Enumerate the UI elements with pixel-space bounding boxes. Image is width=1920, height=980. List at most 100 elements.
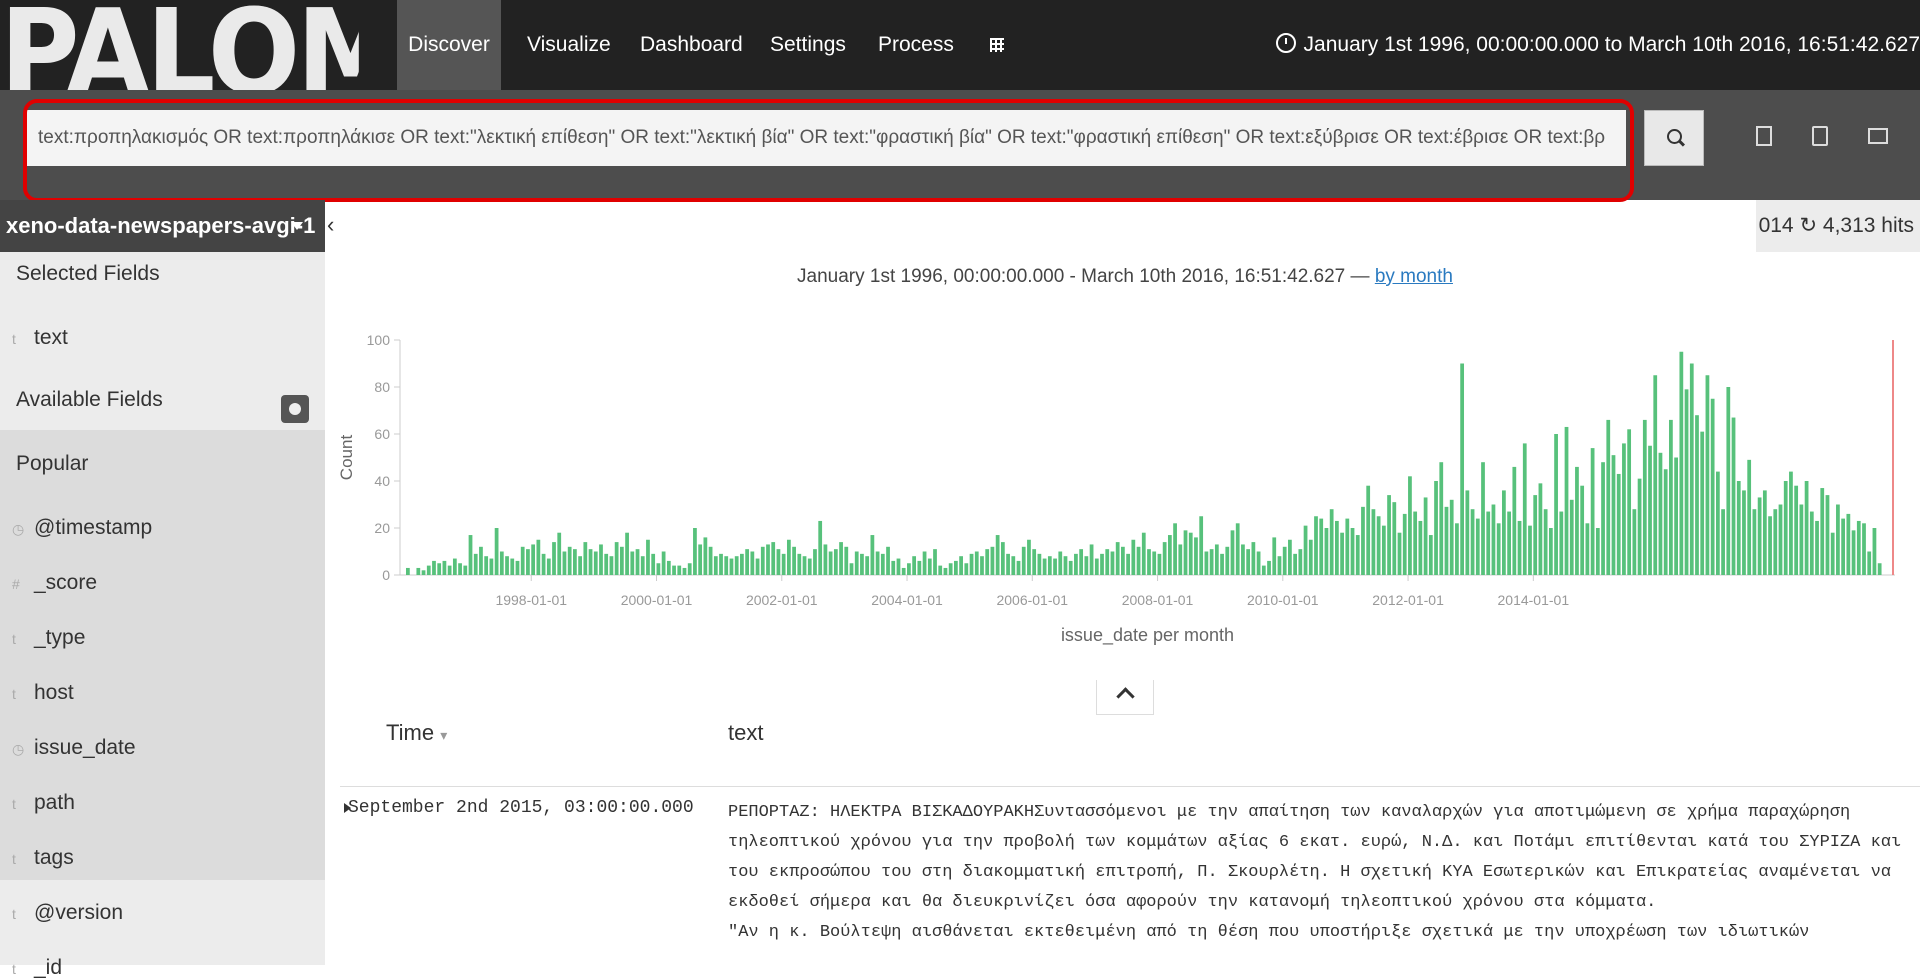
histogram-bar (437, 563, 442, 575)
histogram-bar (708, 546, 713, 575)
histogram-bar (1747, 459, 1752, 575)
histogram-bar (578, 556, 582, 575)
histogram-bar (432, 560, 436, 575)
histogram-bar (776, 549, 781, 575)
histogram-bar (489, 558, 494, 575)
x-tick-label: 2002-01-01 (746, 592, 818, 608)
histogram-bar (635, 549, 640, 575)
x-tick-label: 2000-01-01 (621, 592, 693, 608)
text-line: του εκπροσώπου του στη διακομματική επιτ… (728, 863, 1891, 882)
histogram-bar (552, 542, 556, 575)
histogram-bar (1632, 509, 1637, 575)
histogram-bar (954, 560, 958, 575)
search-input[interactable] (26, 110, 1626, 166)
histogram-bar (541, 553, 546, 575)
histogram-bar (771, 542, 776, 575)
open-search-icon[interactable] (1868, 128, 1888, 144)
histogram-bar (917, 560, 922, 575)
refresh-icon[interactable]: ↻ (1799, 214, 1817, 237)
histogram-bar (854, 551, 859, 575)
histogram-bar (672, 565, 676, 575)
histogram-bar (1507, 511, 1511, 575)
histogram-bar (640, 556, 645, 575)
field-item[interactable]: t path (0, 791, 325, 815)
top-navbar: PALOMAR Discover Visualize Dashboard Set… (0, 0, 1920, 110)
histogram-bar (1037, 553, 1042, 575)
field-item[interactable]: ◷ @timestamp (0, 516, 325, 540)
histogram-bar (1836, 504, 1840, 575)
tab-settings[interactable]: Settings (770, 0, 846, 90)
field-settings-gear-icon[interactable] (281, 395, 309, 423)
histogram-bar (1564, 426, 1569, 575)
histogram-bar (1418, 520, 1423, 575)
histogram-bar (1543, 509, 1548, 575)
histogram-bar (964, 563, 969, 575)
histogram-bar (1762, 490, 1767, 575)
histogram-bar (588, 549, 593, 575)
histogram-bar (1862, 523, 1866, 575)
histogram-bar (907, 563, 911, 575)
time-range-picker[interactable]: January 1st 1996, 00:00:00.000 to March … (1275, 0, 1920, 90)
histogram-bar (1136, 546, 1141, 575)
field-item[interactable]: t _type (0, 626, 325, 650)
histogram-bar (1804, 481, 1809, 575)
histogram-bar (1376, 516, 1381, 575)
histogram-bar (1700, 431, 1705, 575)
save-search-icon[interactable] (1812, 126, 1828, 146)
histogram-bar (1235, 523, 1240, 575)
histogram-bar (1590, 448, 1595, 575)
histogram-bar (1027, 539, 1031, 575)
interval-link[interactable]: by month (1375, 266, 1453, 287)
search-button[interactable] (1644, 110, 1704, 166)
histogram-bar (1068, 560, 1073, 575)
tab-dashboard[interactable]: Dashboard (640, 0, 743, 90)
field-item[interactable]: t host (0, 681, 325, 705)
histogram-bar (1204, 551, 1209, 575)
hits-count: 4,313 hits (1822, 214, 1914, 237)
collapse-sidebar-icon[interactable]: ‹ (327, 212, 334, 238)
field-item[interactable]: t @version (0, 901, 325, 925)
histogram-bar (646, 539, 650, 575)
histogram-bar (562, 551, 567, 575)
index-pattern-select[interactable]: xeno-data-newspapers-avgi-1 (0, 200, 325, 252)
collapse-chart-chevron-icon[interactable] (1096, 680, 1154, 715)
histogram-bar (844, 546, 849, 575)
histogram-bar (604, 553, 609, 575)
histogram-bar (1173, 523, 1177, 575)
histogram-bar (1444, 506, 1449, 575)
apps-grid-icon[interactable] (990, 0, 1004, 90)
new-search-icon[interactable] (1756, 126, 1772, 146)
tab-visualize[interactable]: Visualize (527, 0, 611, 90)
tab-process[interactable]: Process (878, 0, 954, 90)
histogram-bar (724, 556, 729, 575)
selected-fields-heading: Selected Fields (16, 262, 160, 285)
x-tick-label: 2010-01-01 (1247, 592, 1319, 608)
histogram-bar (1877, 563, 1882, 575)
histogram-bar (1199, 516, 1204, 575)
index-pattern-label: xeno-data-newspapers-avgi-1 (6, 213, 316, 238)
histogram-bar (1856, 520, 1861, 575)
tab-discover[interactable]: Discover (397, 0, 501, 90)
histogram-bar (1522, 443, 1527, 575)
field-item[interactable]: ◷ issue_date (0, 736, 325, 760)
field-item[interactable]: t tags (0, 846, 325, 870)
histogram-bar (1371, 509, 1376, 575)
histogram-bar (833, 549, 838, 575)
column-header-time[interactable]: Time ▾ (386, 720, 447, 746)
clock-icon (1275, 33, 1296, 54)
histogram-bar (1006, 553, 1010, 575)
histogram-bar (1820, 488, 1825, 575)
histogram-bar (1246, 549, 1251, 575)
histogram-bar (1345, 518, 1350, 575)
histogram-bar (1815, 520, 1819, 575)
field-item[interactable]: t text (0, 326, 325, 350)
field-item[interactable]: # _score (0, 571, 325, 595)
histogram-bar (1011, 556, 1016, 575)
histogram-bar (912, 556, 917, 575)
histogram-bar (505, 556, 509, 575)
histogram-bar (901, 567, 906, 575)
histogram-bar (1742, 490, 1746, 575)
histogram-bar (630, 551, 635, 575)
field-item[interactable]: t _id (0, 956, 325, 980)
histogram-bar (1658, 452, 1663, 575)
